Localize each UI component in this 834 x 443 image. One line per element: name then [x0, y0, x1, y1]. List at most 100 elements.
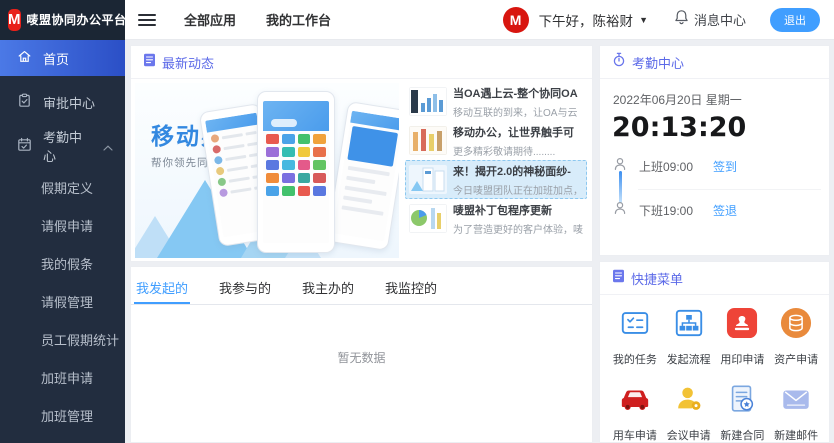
sidebar-item-label: 考勤中心: [43, 127, 92, 165]
user-dropdown[interactable]: 下午好，陈裕财 ▼: [539, 10, 648, 30]
news-title: 唛盟补丁包程序更新: [453, 202, 583, 218]
quick-item-seal-request[interactable]: 用印申请: [716, 307, 770, 367]
sidebar-item-approval-center[interactable]: 审批中心: [0, 80, 125, 124]
news-item[interactable]: 移动办公，让世界触手可 更多精彩敬请期待........: [405, 121, 587, 160]
quick-item-label: 新建邮件: [774, 427, 818, 443]
my-tasks-panel: 我发起的 我参与的 我主办的 我监控的 暂无数据: [130, 266, 593, 443]
coins-icon: [780, 307, 812, 344]
user-avatar[interactable]: M: [503, 7, 529, 33]
news-thumbnail: [409, 204, 447, 233]
quick-item-meeting-request[interactable]: 会议申请: [662, 383, 716, 443]
news-desc: 今日唛盟团队正在加班加点，: [453, 182, 583, 197]
quick-item-my-tasks[interactable]: 我的任务: [608, 307, 662, 367]
news-item[interactable]: 当OA遇上云-整个协同OA 移动互联的到来，让OA与云: [405, 82, 587, 121]
news-item[interactable]: 唛盟补丁包程序更新 为了营造更好的客户体验，唛: [405, 199, 587, 238]
quick-item-label: 用车申请: [613, 427, 657, 443]
sidebar-item-label: 审批中心: [43, 93, 95, 112]
person-icon: [613, 201, 627, 220]
quick-item-vehicle-request[interactable]: 用车申请: [608, 383, 662, 443]
hamburger-menu-icon[interactable]: [138, 11, 156, 29]
phone-mockup-center: [257, 91, 335, 253]
tasks-tabbar: 我发起的 我参与的 我主办的 我监控的: [131, 267, 592, 305]
attendance-timeline: 上班09:00 签到 下班19:00 签退: [613, 157, 829, 243]
document-icon: [143, 53, 156, 72]
tab-initiated-by-me[interactable]: 我发起的: [134, 278, 190, 304]
panel-title: 最新动态: [162, 53, 214, 72]
news-thumbnail: [409, 126, 447, 155]
quick-menu-panel: 快捷菜单 我的任务 发起流程 用印申请 资产申请 用车申请 会议申请 新建合: [599, 261, 830, 443]
clipboard-check-icon: [17, 93, 32, 111]
sidebar-subitem-employee-holiday-stats[interactable]: 员工假期统计: [0, 320, 125, 358]
bell-icon: [674, 9, 689, 30]
news-thumbnail: [409, 165, 447, 194]
quick-item-label: 新建合同: [720, 427, 764, 443]
message-center-label: 消息中心: [694, 10, 746, 29]
tab-participated-by-me[interactable]: 我参与的: [217, 278, 273, 304]
sidebar: 首页 审批中心 考勤中心 假期定义 请假申请 我的假条 请假管理 员工假期统计 …: [0, 40, 125, 443]
contract-document-icon: [726, 383, 758, 420]
tab-monitored-by-me[interactable]: 我监控的: [383, 278, 439, 304]
quick-item-label: 发起流程: [667, 351, 711, 367]
attendance-header: 考勤中心: [600, 46, 829, 79]
flowchart-icon: [673, 307, 705, 344]
quick-item-new-contract[interactable]: 新建合同: [716, 383, 770, 443]
news-desc: 更多精彩敬请期待........: [453, 143, 583, 158]
news-desc: 为了营造更好的客户体验，唛: [453, 221, 583, 236]
chevron-down-icon: ▼: [639, 15, 648, 25]
quick-menu-grid: 我的任务 发起流程 用印申请 资产申请 用车申请 会议申请 新建合同 新建邮件: [600, 295, 829, 443]
sidebar-subitem-leave-management[interactable]: 请假管理: [0, 282, 125, 320]
mobile-office-banner: 移动办公 帮你领先同行 把工作带出办公室: [135, 83, 399, 258]
sidebar-item-home[interactable]: 首页: [0, 40, 125, 76]
phone-mockup-right: [326, 101, 399, 251]
app-logo: M 唛盟协同办公平台: [0, 0, 125, 40]
panel-title: 快捷菜单: [631, 269, 683, 288]
news-list: 当OA遇上云-整个协同OA 移动互联的到来，让OA与云 移动办公，让世界触手可 …: [399, 79, 592, 262]
sidebar-subitem-my-leave-notes[interactable]: 我的假条: [0, 244, 125, 282]
panel-title: 考勤中心: [632, 53, 684, 72]
quick-item-label: 资产申请: [774, 351, 818, 367]
person-gear-icon: [673, 383, 705, 420]
news-title: 当OA遇上云-整个协同OA: [453, 85, 583, 101]
stamp-icon: [726, 307, 758, 344]
quick-item-start-process[interactable]: 发起流程: [662, 307, 716, 367]
news-title: 移动办公，让世界触手可: [453, 124, 583, 140]
quick-item-label: 我的任务: [613, 351, 657, 367]
sidebar-subitem-overtime-request[interactable]: 加班申请: [0, 358, 125, 396]
divider: [638, 189, 821, 190]
attendance-clock: 20:13:20: [612, 112, 829, 143]
news-desc: 移动互联的到来，让OA与云: [453, 104, 583, 119]
top-navigation: 全部应用 我的工作台: [184, 10, 331, 29]
checkin-link[interactable]: 签到: [713, 158, 737, 175]
nav-my-workspace[interactable]: 我的工作台: [266, 10, 331, 29]
attendance-panel: 考勤中心 2022年06月20日 星期一 20:13:20 上班09:00 签到…: [599, 45, 830, 256]
message-center-button[interactable]: 消息中心: [674, 9, 746, 30]
sidebar-item-attendance-center[interactable]: 考勤中心: [0, 124, 125, 168]
nav-all-apps[interactable]: 全部应用: [184, 10, 236, 29]
checkout-link[interactable]: 签退: [713, 202, 737, 219]
top-header: M 唛盟协同办公平台 全部应用 我的工作台 M 下午好，陈裕财 ▼ 消息中心 退…: [0, 0, 834, 40]
checkin-time-label: 上班09:00: [639, 158, 701, 175]
calendar-check-icon: [17, 137, 32, 155]
empty-state-text: 暂无数据: [131, 305, 592, 366]
envelope-icon: [780, 383, 812, 420]
quick-item-label: 用印申请: [720, 351, 764, 367]
attendance-date: 2022年06月20日 星期一: [613, 91, 829, 108]
stopwatch-icon: [612, 52, 626, 72]
quick-item-asset-request[interactable]: 资产申请: [769, 307, 823, 367]
tab-hosted-by-me[interactable]: 我主办的: [300, 278, 356, 304]
news-title: 来！揭开2.0的神秘面纱-: [453, 163, 583, 179]
checkout-time-label: 下班19:00: [639, 202, 701, 219]
quick-item-label: 会议申请: [667, 427, 711, 443]
latest-news-header: 最新动态: [131, 46, 592, 79]
person-icon: [613, 157, 627, 176]
sidebar-subitem-holiday-definition[interactable]: 假期定义: [0, 168, 125, 206]
sidebar-item-label: 首页: [43, 49, 69, 68]
sidebar-subitem-leave-request[interactable]: 请假申请: [0, 206, 125, 244]
logo-icon: M: [8, 9, 21, 31]
logout-button[interactable]: 退出: [770, 8, 820, 32]
sidebar-subitem-overtime-management[interactable]: 加班管理: [0, 396, 125, 434]
quick-item-new-mail[interactable]: 新建邮件: [769, 383, 823, 443]
task-list-icon: [619, 307, 651, 344]
news-item-highlighted[interactable]: 来！揭开2.0的神秘面纱- 今日唛盟团队正在加班加点，: [405, 160, 587, 199]
latest-news-panel: 最新动态 移动办公 帮你领先同行 把工作带出办公室 当OA遇上云-整个: [130, 45, 593, 262]
